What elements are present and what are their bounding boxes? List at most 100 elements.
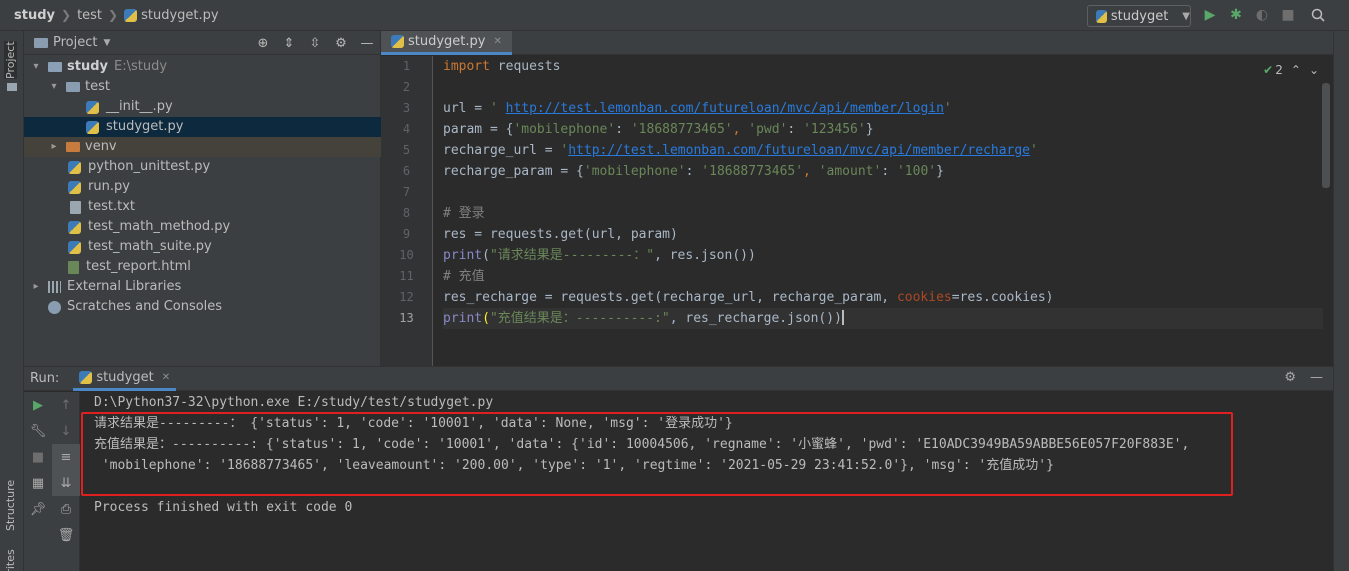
structure-tool-tab[interactable]: Structure xyxy=(4,480,17,531)
tree-item-label: External Libraries xyxy=(67,279,182,294)
tree-item-test-math-method[interactable]: test_math_method.py xyxy=(24,217,381,237)
code-area[interactable]: import requests url = ' http://test.lemo… xyxy=(443,56,1323,329)
line-number: 7 xyxy=(402,185,411,199)
code-editor: studyget.py ✕ 1 2 3 4 5 6 7 8 9 10 11 12… xyxy=(381,31,1333,366)
tree-item-external-libraries[interactable]: ▸ External Libraries xyxy=(24,277,381,297)
line-number: 1 xyxy=(402,59,411,73)
run-config-label: studyget xyxy=(1110,8,1169,24)
search-icon[interactable] xyxy=(1309,6,1327,24)
rerun-icon[interactable]: ▶ xyxy=(24,392,52,418)
tree-item-label: test_report.html xyxy=(86,259,191,274)
expand-all-icon[interactable]: ⇕ xyxy=(276,36,302,51)
tree-item-venv[interactable]: ▸ venv xyxy=(24,137,381,157)
trash-icon[interactable]: 🗑︎ xyxy=(52,522,80,548)
stop-icon[interactable]: ■ xyxy=(24,444,52,470)
left-tool-strip: Project Structure Favorites xyxy=(0,31,24,571)
breadcrumb: study ❯ test ❯ studyget.py xyxy=(0,0,219,31)
tree-item-label: run.py xyxy=(88,179,130,194)
python-file-icon xyxy=(124,8,138,22)
tree-item-label: test.txt xyxy=(88,199,135,214)
project-tool-tab[interactable]: Project xyxy=(4,41,17,79)
favorites-tool-tab[interactable]: Favorites xyxy=(4,549,17,571)
code-line: recharge_url = 'http://test.lemonban.com… xyxy=(443,143,1038,158)
tree-item-run[interactable]: run.py xyxy=(24,177,381,197)
soft-wrap-icon[interactable]: ≡ xyxy=(52,444,80,470)
inspection-widget[interactable]: ✔ 2 ⌃ ⌄ xyxy=(1263,63,1319,77)
tree-item-test[interactable]: ▾ test xyxy=(24,77,381,97)
tree-item-label: __init__.py xyxy=(106,99,173,114)
locate-icon[interactable]: ⊕ xyxy=(250,36,276,51)
run-config-selector[interactable]: studyget ▼ xyxy=(1087,5,1191,27)
editor-scrollbar[interactable] xyxy=(1322,83,1330,188)
text-caret xyxy=(841,310,844,325)
folder-icon xyxy=(48,62,62,72)
gear-icon[interactable]: ⚙ xyxy=(328,36,354,51)
layout-icon[interactable]: ▦ xyxy=(24,470,52,496)
python-file-icon xyxy=(86,120,99,134)
tree-item-scratches[interactable]: Scratches and Consoles xyxy=(24,297,381,317)
chevron-up-icon[interactable]: ⌃ xyxy=(1291,63,1301,77)
scroll-to-end-icon[interactable]: ⇊ xyxy=(52,470,80,496)
tree-item-python-unittest[interactable]: python_unittest.py xyxy=(24,157,381,177)
chevron-right-icon[interactable]: ▸ xyxy=(48,137,60,157)
run-panel-label: Run: xyxy=(30,371,60,386)
code-line: res_recharge = requests.get(recharge_url… xyxy=(443,290,1054,305)
coverage-icon[interactable]: ◐ xyxy=(1253,6,1271,24)
tree-item-test-txt[interactable]: test.txt xyxy=(24,197,381,217)
code-line: # 登录 xyxy=(443,206,485,221)
chevron-down-icon[interactable]: ▼ xyxy=(103,38,110,48)
arrow-down-icon[interactable]: ↓ xyxy=(52,418,80,444)
project-panel-title[interactable]: Project xyxy=(53,35,97,50)
debug-icon[interactable]: ✱ xyxy=(1227,6,1245,24)
code-line: recharge_param = {'mobilephone': '186887… xyxy=(443,164,944,179)
python-file-icon xyxy=(1096,9,1107,23)
python-file-icon xyxy=(68,220,81,234)
tree-item-label: test xyxy=(85,79,110,94)
minimize-icon[interactable]: — xyxy=(1310,370,1323,385)
tree-item-study[interactable]: ▾ study E:\study xyxy=(24,57,381,77)
stop-icon[interactable]: ■ xyxy=(1279,6,1297,24)
tree-item-init[interactable]: __init__.py xyxy=(24,97,381,117)
python-file-icon xyxy=(391,35,404,48)
navigation-bar: study ❯ test ❯ studyget.py studyget ▼ ▶ … xyxy=(0,0,1349,31)
tree-item-test-math-suite[interactable]: test_math_suite.py xyxy=(24,237,381,257)
wrench-icon[interactable]: 🔧︎ xyxy=(24,418,52,444)
project-panel-tools: ⊕ ⇕ ⇳ ⚙ — xyxy=(250,31,380,55)
chevron-right-icon: ❯ xyxy=(108,8,119,22)
tab-studyget[interactable]: studyget.py ✕ xyxy=(381,31,512,55)
tree-item-test-report[interactable]: test_report.html xyxy=(24,257,381,277)
text-file-icon xyxy=(70,200,81,214)
breadcrumb-root[interactable]: study xyxy=(14,8,55,23)
line-number: 10 xyxy=(399,248,414,262)
print-icon[interactable]: ⎙ xyxy=(52,496,80,522)
tab-run-studyget[interactable]: studyget ✕ xyxy=(73,367,177,391)
tree-item-studyget[interactable]: studyget.py xyxy=(24,117,381,137)
close-icon[interactable]: ✕ xyxy=(162,372,170,383)
pin-icon[interactable]: 📌︎ xyxy=(24,496,52,522)
breadcrumb-file[interactable]: studyget.py xyxy=(141,8,218,23)
chevron-down-icon[interactable]: ⌄ xyxy=(1309,63,1319,77)
line-number: 6 xyxy=(402,164,411,178)
editor-tabs: studyget.py ✕ xyxy=(381,31,1333,55)
run-toolbar-primary: ▶ 🔧︎ ■ ▦ 📌︎ xyxy=(24,392,52,571)
minimize-icon[interactable]: — xyxy=(354,36,380,51)
python-file-icon xyxy=(79,370,93,384)
tree-item-path: E:\study xyxy=(114,59,168,74)
gear-icon[interactable]: ⚙ xyxy=(1284,370,1296,385)
run-icon[interactable]: ▶ xyxy=(1201,6,1219,24)
collapse-all-icon[interactable]: ⇳ xyxy=(302,36,328,51)
line-number: 2 xyxy=(402,80,411,94)
python-file-icon xyxy=(68,180,81,194)
code-line: import requests xyxy=(443,59,561,74)
tab-label: studyget.py xyxy=(408,34,486,49)
chevron-down-icon[interactable]: ▾ xyxy=(30,57,42,77)
python-file-icon xyxy=(86,100,99,114)
chevron-right-icon[interactable]: ▸ xyxy=(30,277,42,297)
breadcrumb-folder[interactable]: test xyxy=(77,8,102,23)
tree-item-label: Scratches and Consoles xyxy=(67,299,223,314)
tree-item-label: studyget.py xyxy=(106,119,184,134)
close-icon[interactable]: ✕ xyxy=(493,36,501,47)
chevron-down-icon[interactable]: ▾ xyxy=(48,77,60,97)
arrow-up-icon[interactable]: ↑ xyxy=(52,392,80,418)
